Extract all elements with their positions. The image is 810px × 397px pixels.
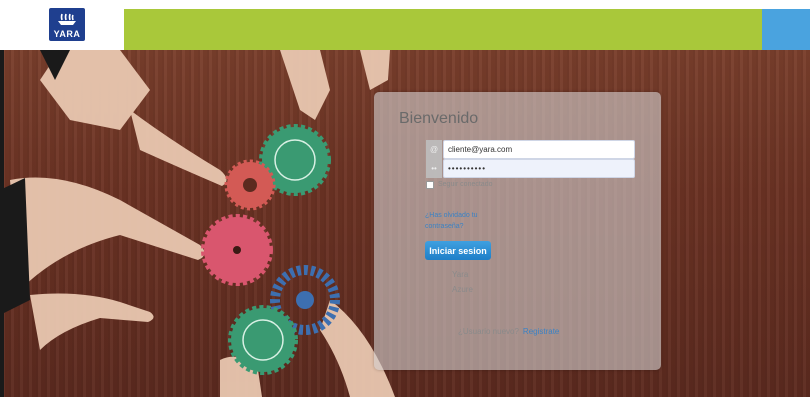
email-field-group: @ xyxy=(426,140,635,159)
login-panel: Bienvenido @ •• Seguir conectado ¿Has ol… xyxy=(374,92,661,370)
forgot-password-link[interactable]: ¿Has olvidado tu contraseña? xyxy=(425,210,505,232)
register-link[interactable]: Registrate xyxy=(523,327,559,336)
remember-checkbox[interactable] xyxy=(426,181,434,189)
register-row: ¿Usuario nuevo? Registrate xyxy=(458,327,559,336)
password-field-group: •• xyxy=(426,159,635,178)
header-blue-bar xyxy=(762,9,810,50)
at-icon: @ xyxy=(426,140,442,159)
register-prompt: ¿Usuario nuevo? xyxy=(458,327,519,336)
logo-area: YARA xyxy=(0,0,124,50)
login-button[interactable]: Iniciar sesion xyxy=(425,241,491,260)
password-input[interactable] xyxy=(443,159,635,178)
logo-text: YARA xyxy=(53,29,81,39)
key-icon: •• xyxy=(426,159,442,178)
provider-azure[interactable]: Azure xyxy=(452,285,473,294)
yara-logo[interactable]: YARA xyxy=(49,8,85,41)
viking-ship-icon xyxy=(58,13,76,25)
welcome-title: Bienvenido xyxy=(399,110,479,127)
email-input[interactable] xyxy=(443,140,635,159)
remember-label: Seguir conectado xyxy=(438,181,493,188)
top-header: YARA xyxy=(0,0,810,50)
header-green-bar xyxy=(124,9,762,50)
provider-yara[interactable]: Yara xyxy=(452,270,468,279)
left-edge-strip xyxy=(0,50,4,397)
